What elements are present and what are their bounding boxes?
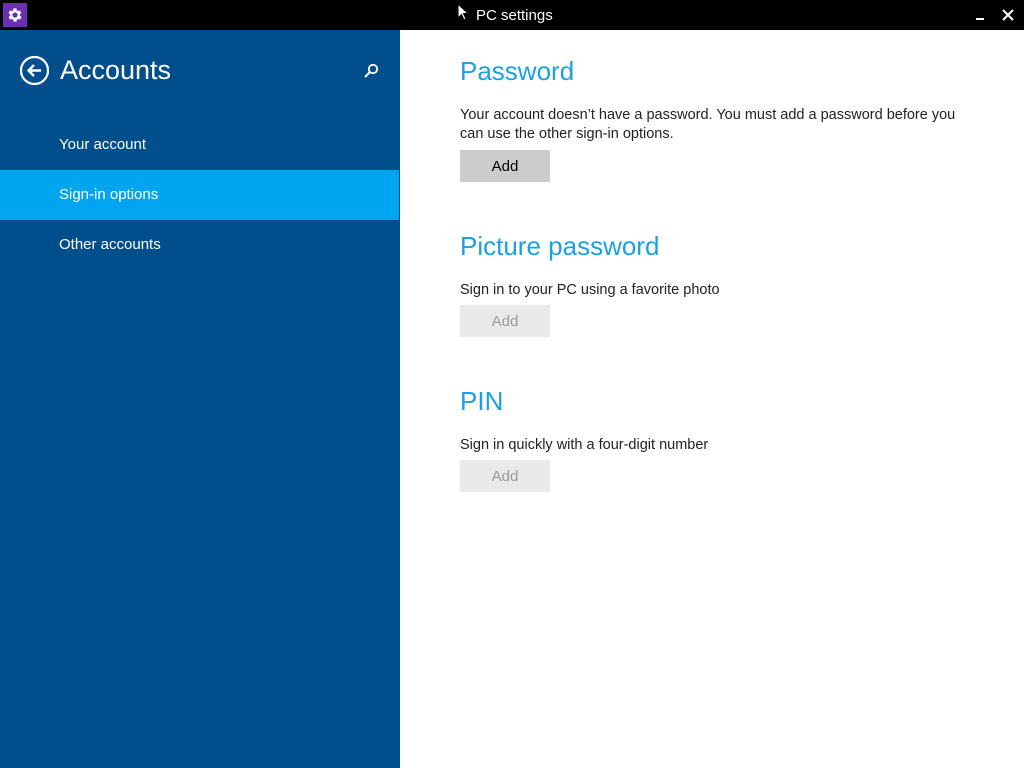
- page-title: Accounts: [60, 55, 172, 85]
- picture-password-description: Sign in to your PC using a favorite phot…: [460, 282, 720, 298]
- minimize-icon: [976, 18, 984, 20]
- mouse-cursor-icon: [457, 3, 469, 21]
- sidebar-item-your-account[interactable]: Your account: [0, 120, 399, 170]
- main-content: Password Your account doesn’t have a pas…: [400, 30, 1024, 768]
- pin-heading: PIN: [460, 386, 504, 416]
- password-heading: Password: [460, 56, 575, 86]
- sidebar-item-label: Sign-in options: [59, 186, 159, 203]
- add-password-button[interactable]: Add: [460, 150, 550, 182]
- back-arrow-icon: [19, 55, 50, 86]
- close-icon: [1002, 9, 1014, 21]
- search-icon: [364, 63, 379, 78]
- picture-password-heading: Picture password: [460, 231, 660, 261]
- sidebar-item-label: Other accounts: [59, 236, 161, 253]
- password-description: Your account doesn’t have a password. Yo…: [460, 107, 956, 142]
- close-button[interactable]: [992, 0, 1024, 30]
- sidebar-item-other-accounts[interactable]: Other accounts: [0, 220, 399, 270]
- sidebar: Accounts Your account Sign-in options Ot…: [0, 30, 400, 768]
- add-picture-password-button[interactable]: Add: [460, 305, 550, 337]
- gear-icon[interactable]: [3, 3, 27, 27]
- back-button[interactable]: [19, 55, 50, 86]
- window-title: PC settings: [476, 7, 553, 24]
- title-bar: PC settings: [0, 0, 1024, 30]
- sidebar-item-label: Your account: [59, 136, 147, 153]
- search-button[interactable]: [360, 60, 382, 82]
- add-pin-button[interactable]: Add: [460, 460, 550, 492]
- sidebar-item-sign-in-options[interactable]: Sign-in options: [0, 170, 399, 220]
- pin-description: Sign in quickly with a four-digit number: [460, 437, 709, 453]
